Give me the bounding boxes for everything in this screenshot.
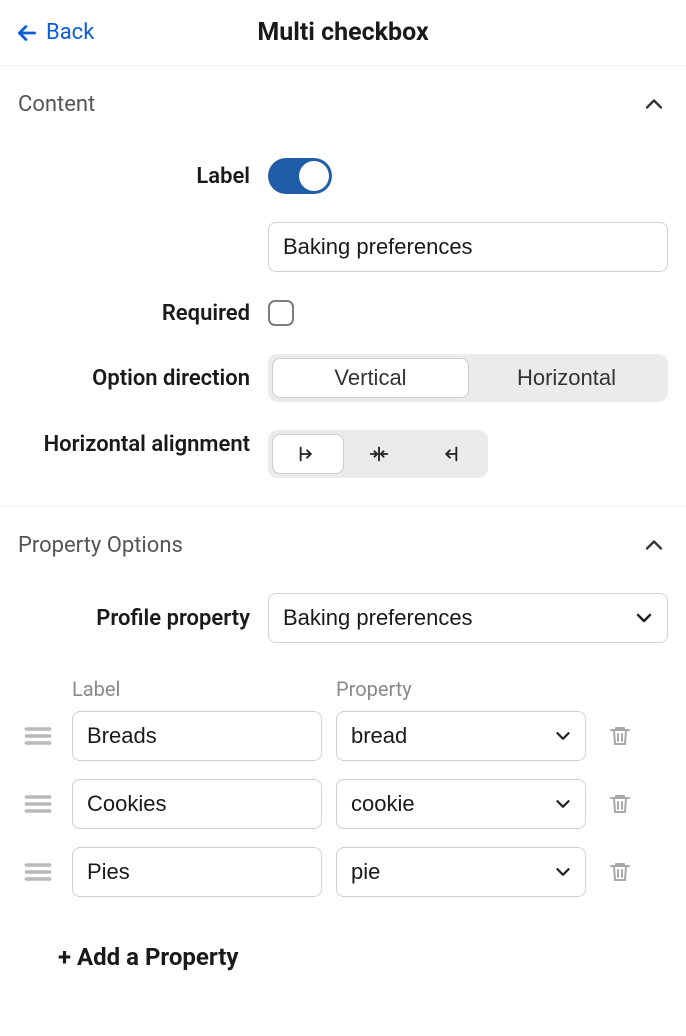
- required-checkbox[interactable]: [268, 300, 294, 326]
- option-property-select[interactable]: [336, 779, 586, 829]
- profile-property-label: Profile property: [18, 606, 250, 631]
- property-option-row: [18, 711, 668, 761]
- option-property-select[interactable]: [336, 847, 586, 897]
- row-required: Required: [18, 300, 668, 326]
- option-label-input[interactable]: [72, 711, 322, 761]
- align-right-button[interactable]: [414, 434, 484, 474]
- row-horizontal-alignment: Horizontal alignment: [18, 430, 668, 478]
- delete-option-button[interactable]: [600, 860, 640, 884]
- option-label-input[interactable]: [72, 847, 322, 897]
- trash-icon: [608, 792, 632, 816]
- column-property-header: Property: [336, 677, 586, 701]
- chevron-up-icon: [640, 90, 668, 118]
- drag-handle[interactable]: [18, 793, 58, 815]
- section-property-options-header[interactable]: Property Options: [18, 531, 668, 559]
- section-content-title: Content: [18, 92, 95, 117]
- option-direction-label: Option direction: [18, 366, 250, 391]
- section-property-options: Property Options Profile property Label …: [0, 507, 686, 999]
- horizontal-alignment-segmented: [268, 430, 488, 478]
- row-label-toggle: Label: [18, 158, 668, 194]
- drag-handle-icon: [24, 861, 52, 883]
- delete-option-button[interactable]: [600, 724, 640, 748]
- header: Back Multi checkbox: [0, 0, 686, 66]
- profile-property-select[interactable]: [268, 593, 668, 643]
- option-direction-vertical[interactable]: Vertical: [272, 358, 469, 398]
- trash-icon: [608, 860, 632, 884]
- align-left-button[interactable]: [272, 434, 344, 474]
- label-toggle[interactable]: [268, 158, 332, 194]
- row-label-input: [18, 222, 668, 272]
- align-right-icon: [438, 445, 460, 463]
- option-direction-horizontal[interactable]: Horizontal: [469, 358, 664, 398]
- horizontal-alignment-label: Horizontal alignment: [18, 430, 250, 460]
- required-label: Required: [18, 301, 250, 326]
- align-left-icon: [297, 445, 319, 463]
- back-label: Back: [46, 20, 94, 45]
- row-option-direction: Option direction Vertical Horizontal: [18, 354, 668, 402]
- drag-handle-icon: [24, 793, 52, 815]
- option-label-input[interactable]: [72, 779, 322, 829]
- label-input[interactable]: [268, 222, 668, 272]
- section-property-options-title: Property Options: [18, 533, 183, 558]
- drag-handle[interactable]: [18, 861, 58, 883]
- property-options-column-headers: Label Property: [18, 677, 668, 701]
- row-profile-property: Profile property: [18, 593, 668, 643]
- align-center-icon: [368, 445, 390, 463]
- option-direction-segmented: Vertical Horizontal: [268, 354, 668, 402]
- drag-handle[interactable]: [18, 725, 58, 747]
- chevron-up-icon: [640, 531, 668, 559]
- option-property-select[interactable]: [336, 711, 586, 761]
- align-center-button[interactable]: [344, 434, 414, 474]
- property-option-row: [18, 779, 668, 829]
- label-toggle-label: Label: [18, 164, 250, 189]
- section-content-header[interactable]: Content: [18, 90, 668, 118]
- column-label-header: Label: [72, 677, 322, 701]
- property-option-row: [18, 847, 668, 897]
- section-content: Content Label Required Option direction …: [0, 66, 686, 507]
- page-title: Multi checkbox: [257, 18, 428, 47]
- back-button[interactable]: Back: [14, 0, 94, 65]
- drag-handle-icon: [24, 725, 52, 747]
- trash-icon: [608, 724, 632, 748]
- delete-option-button[interactable]: [600, 792, 640, 816]
- add-property-button[interactable]: + Add a Property: [58, 943, 238, 971]
- arrow-left-icon: [14, 20, 40, 46]
